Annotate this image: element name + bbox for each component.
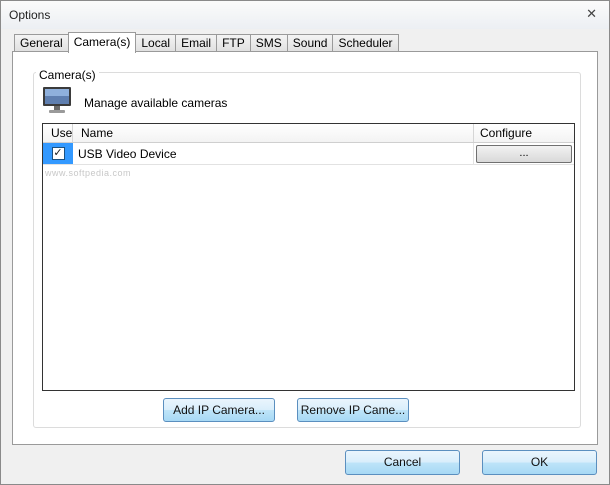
column-header-configure[interactable]: Configure [474, 124, 574, 142]
title-bar[interactable]: Options ✕ [1, 1, 609, 29]
options-dialog: Options ✕ General Camera(s) Local Email … [0, 0, 610, 485]
ok-button[interactable]: OK [482, 450, 597, 475]
use-checkbox[interactable]: ✓ [51, 147, 65, 160]
list-header: Use Name Configure [43, 124, 574, 143]
manage-cameras-label: Manage available cameras [84, 96, 228, 110]
watermark: www.softpedia.com [45, 168, 132, 178]
column-header-use[interactable]: Use [43, 124, 73, 142]
column-header-name[interactable]: Name [73, 124, 474, 142]
monitor-icon [42, 85, 72, 115]
tab-cameras[interactable]: Camera(s) [67, 32, 137, 53]
cameras-groupbox: Camera(s) Manage available cameras Use N… [33, 68, 581, 428]
add-ip-camera-button[interactable]: Add IP Camera... [163, 398, 275, 422]
cameras-list[interactable]: Use Name Configure ✓ USB Video Device ..… [42, 123, 575, 391]
cancel-button[interactable]: Cancel [345, 450, 460, 475]
window-title: Options [9, 8, 51, 22]
configure-cell: ... [474, 143, 574, 164]
close-icon[interactable]: ✕ [586, 6, 597, 22]
table-row[interactable]: ✓ USB Video Device ... [43, 143, 574, 165]
camera-name[interactable]: USB Video Device [73, 143, 474, 164]
remove-ip-camera-button[interactable]: Remove IP Came... [297, 398, 409, 422]
cameras-tab-page: Camera(s) Manage available cameras Use N… [12, 51, 598, 445]
tab-strip: General Camera(s) Local Email FTP SMS So… [14, 32, 399, 53]
use-cell: ✓ [43, 143, 73, 164]
configure-button[interactable]: ... [476, 145, 572, 163]
groupbox-legend: Camera(s) [36, 68, 99, 82]
